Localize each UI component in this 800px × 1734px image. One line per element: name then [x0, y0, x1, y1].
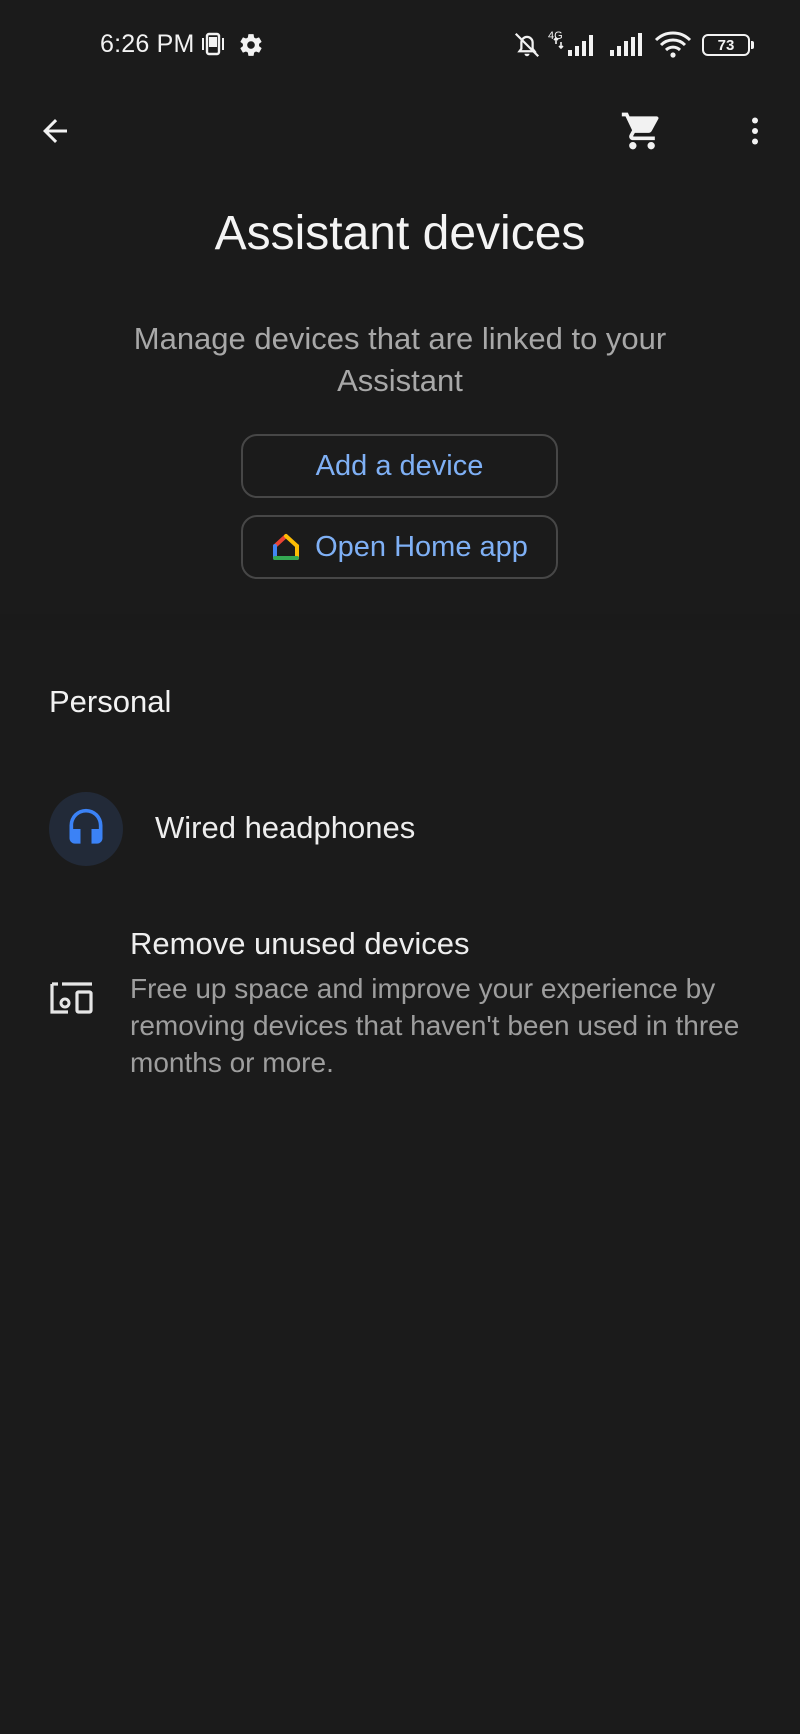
device-row-wired-headphones[interactable]: Wired headphones [0, 790, 800, 870]
more-vert-icon [737, 113, 773, 149]
shopping-cart-icon [620, 109, 664, 153]
add-device-button[interactable]: Add a device [241, 434, 558, 498]
remove-unused-title: Remove unused devices [130, 926, 470, 961]
app-bar [0, 94, 800, 166]
open-home-app-button[interactable]: Open Home app [241, 515, 558, 579]
more-options-button[interactable] [730, 106, 780, 156]
status-right-icons: 73 [512, 30, 754, 60]
battery-level: 73 [717, 36, 735, 54]
open-home-app-label: Open Home app [315, 530, 528, 563]
section-divider [0, 614, 800, 630]
battery-icon: 73 [702, 34, 754, 56]
devices-icon [48, 978, 98, 1018]
bell-off-icon [512, 30, 542, 60]
settings-gear-icon [238, 32, 264, 58]
headphones-icon [64, 807, 108, 851]
google-home-icon [271, 532, 301, 562]
status-bar: 6:26 PM 4G 73 [0, 0, 800, 94]
status-time: 6:26 PM [100, 30, 195, 58]
back-arrow-icon [37, 113, 73, 149]
device-label: Wired headphones [155, 810, 416, 845]
back-button[interactable] [30, 106, 80, 156]
signal-4g-icon [552, 32, 598, 58]
page-title: Assistant devices [214, 207, 586, 260]
remove-unused-devices-item[interactable]: Remove unused devices Free up space and … [0, 922, 800, 1082]
phone-vibrate-icon [200, 32, 226, 58]
add-device-label: Add a device [315, 449, 484, 482]
wifi-icon [654, 31, 692, 59]
remove-unused-description: Free up space and improve your experienc… [130, 973, 740, 1078]
signal-icon [608, 32, 644, 58]
page-subtitle: Manage devices that are linked to your A… [133, 321, 667, 398]
device-avatar [49, 792, 123, 866]
status-left-icons [200, 32, 264, 58]
section-heading-personal: Personal [49, 684, 172, 719]
shopping-cart-button[interactable] [616, 106, 668, 156]
